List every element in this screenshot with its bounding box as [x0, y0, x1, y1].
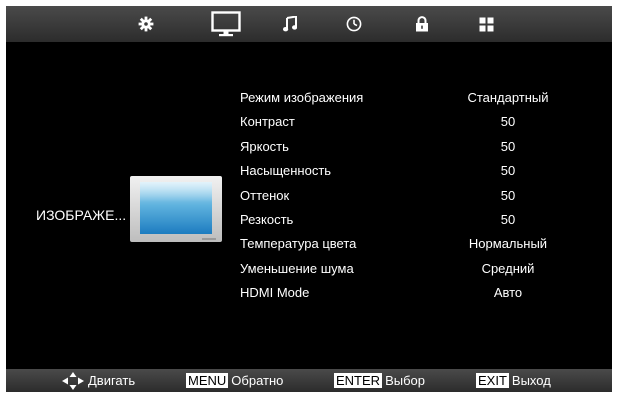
menu-item-brightness[interactable]: Яркость 50 [240, 135, 600, 159]
enter-key-label: ENTER [334, 373, 383, 388]
menu-item-sharpness[interactable]: Резкость 50 [240, 208, 600, 232]
tv-picture-thumbnail-icon [130, 176, 222, 242]
hint-enter: ENTER Выбор [334, 369, 425, 392]
menu-item-value: Авто [493, 285, 523, 301]
menu-item-color-temperature[interactable]: Температура цвета Нормальный [240, 232, 600, 256]
clock-icon[interactable] [334, 6, 374, 42]
menu-item-label: Оттенок [240, 187, 290, 203]
thumbnail-brand-mark [202, 238, 216, 240]
music-note-icon[interactable] [270, 6, 310, 42]
menu-item-label: Режим изображения [240, 90, 364, 105]
menu-item-hdmi-mode[interactable]: HDMI Mode Авто [240, 281, 600, 305]
menu-item-value: 50 [500, 187, 516, 203]
menu-item-label: Контраст [240, 114, 295, 130]
menu-item-value: 50 [500, 138, 516, 154]
menu-item-noise-reduction[interactable]: Уменьшение шума Средний [240, 257, 600, 281]
hint-exit: EXIT Выход [476, 369, 551, 392]
hint-menu: MENU Обратно [186, 369, 283, 392]
bottom-hint-bar: Двигать MENU Обратно ENTER Выбор EXIT Вы… [6, 369, 612, 392]
menu-item-value: 50 [500, 114, 516, 130]
hint-move: Двигать [62, 369, 135, 392]
tv-menu-screen: ИЗОБРАЖЕ... Режим изображения Стандартны… [6, 6, 612, 392]
arrows-dpad-icon [62, 371, 84, 390]
hint-enter-text: Выбор [385, 373, 425, 388]
apps-grid-icon[interactable] [466, 6, 506, 42]
menu-item-hue[interactable]: Оттенок 50 [240, 184, 600, 208]
hint-exit-text: Выход [511, 373, 551, 388]
exit-key-label: EXIT [476, 373, 509, 388]
menu-item-value: Стандартный [467, 90, 549, 105]
menu-item-label: Уменьшение шума [240, 260, 354, 276]
menu-item-picture-mode[interactable]: Режим изображения Стандартный [240, 86, 600, 110]
lock-icon[interactable] [402, 6, 442, 42]
menu-item-label: Насыщенность [240, 163, 332, 179]
menu-item-saturation[interactable]: Насыщенность 50 [240, 159, 600, 183]
menu-item-label: HDMI Mode [240, 285, 310, 301]
menu-item-label: Яркость [240, 138, 289, 154]
menu-item-value: 50 [500, 211, 516, 227]
gear-icon[interactable] [126, 6, 166, 42]
hint-move-text: Двигать [88, 373, 136, 388]
menu-item-value: Средний [481, 260, 535, 276]
thumbnail-shine [140, 182, 212, 202]
menu-key-label: MENU [186, 373, 229, 388]
hint-menu-text: Обратно [231, 373, 284, 388]
tv-osd-screenshot: ИЗОБРАЖЕ... Режим изображения Стандартны… [0, 0, 618, 394]
category-label: ИЗОБРАЖЕ... [36, 207, 127, 223]
tv-monitor-icon[interactable] [206, 6, 246, 42]
picture-settings-menu: Режим изображения Стандартный Контраст 5… [240, 86, 600, 306]
menu-item-label: Резкость [240, 211, 294, 227]
menu-item-value: Нормальный [468, 236, 548, 252]
top-menu-bar [6, 6, 612, 42]
menu-item-value: 50 [500, 163, 516, 179]
menu-item-label: Температура цвета [240, 236, 357, 252]
menu-item-contrast[interactable]: Контраст 50 [240, 110, 600, 134]
